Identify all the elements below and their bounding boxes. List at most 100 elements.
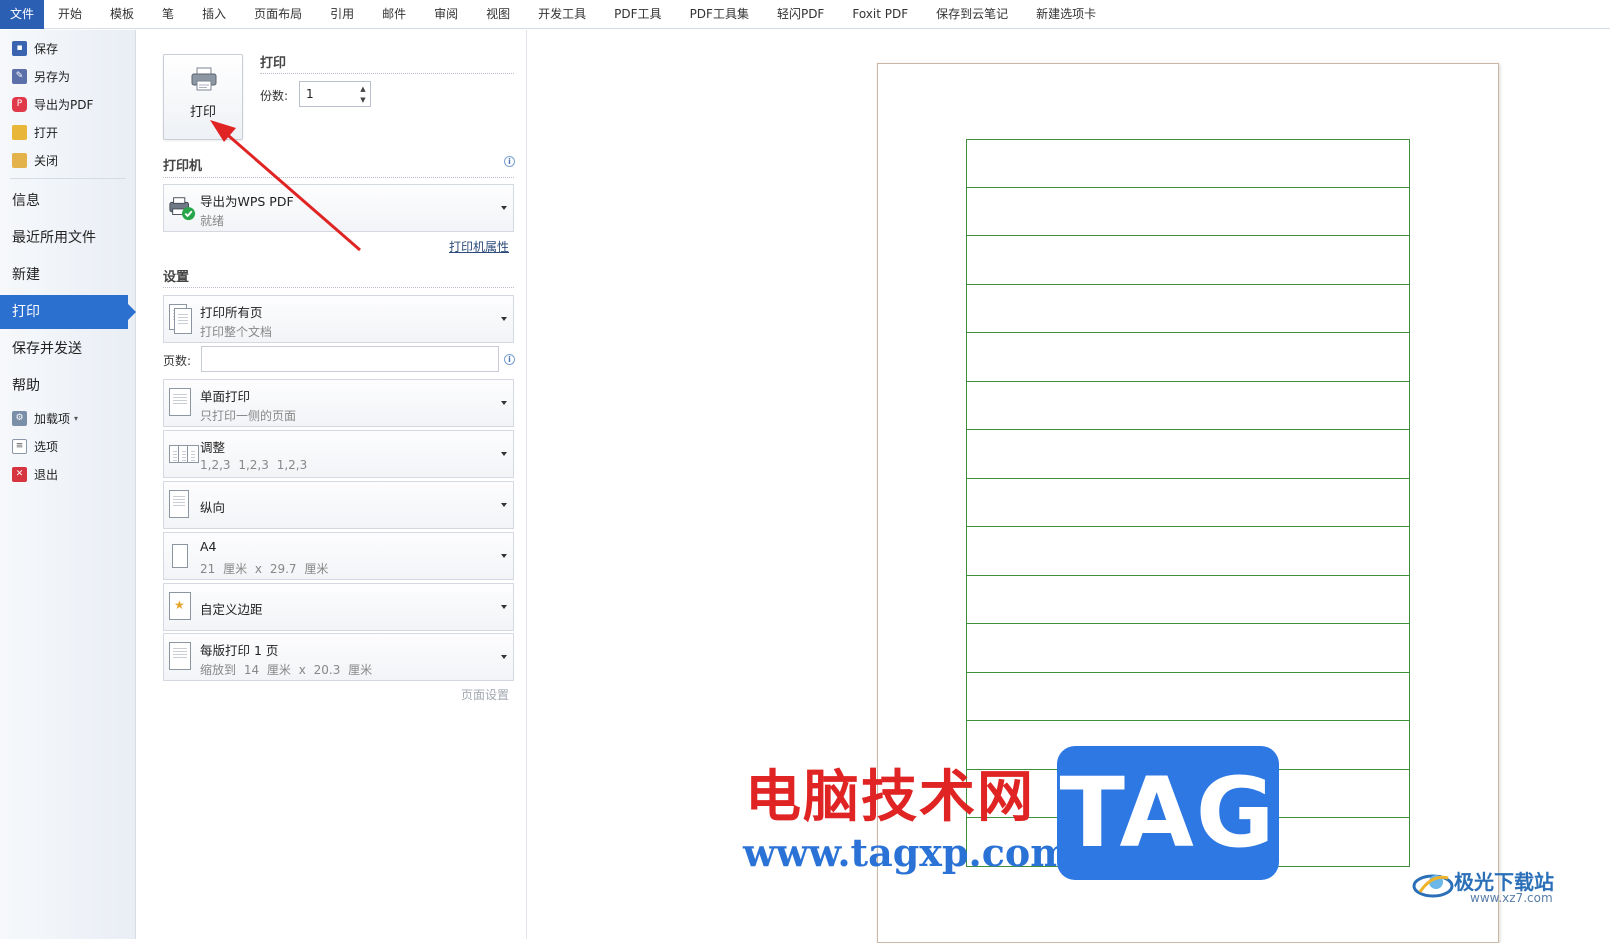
dropdown-subtitle: 只打印一侧的页面 [200,409,297,423]
dropdown-title: 自定义边距 [200,602,263,617]
spin-up-icon[interactable]: ▲ [358,84,368,94]
tab-home[interactable]: 开始 [44,0,96,29]
margins-select[interactable]: ★ 自定义边距 [163,583,514,631]
tab-file[interactable]: 文件 [0,0,45,29]
info-icon[interactable]: i [504,156,515,167]
printer-properties-link[interactable]: 打印机属性 [449,238,509,255]
backstage-sidebar: ▪ 保存 ✎ 另存为 P 导出为PDF 打开 关闭 信息 最近所用文件 新建 打… [0,30,136,939]
chevron-down-icon [501,206,507,210]
paper-size-select[interactable]: A4 21 厘米 x 29.7 厘米 [163,532,514,580]
chevron-down-icon [501,317,507,321]
tab-review[interactable]: 审阅 [420,0,472,29]
ribbon-tab-bar: 文件 开始 模板 笔 插入 页面布局 引用 邮件 审阅 视图 开发工具 PDF工… [0,0,1610,29]
tab-pdf-toolset[interactable]: PDF工具集 [676,0,763,29]
printer-section-title: 打印机 [163,159,203,174]
sides-select[interactable]: 单面打印 只打印一侧的页面 [163,379,514,427]
sidebar-item-export-pdf[interactable]: P 导出为PDF [12,92,93,116]
sidebar-divider [10,178,126,179]
divider [163,287,514,288]
table-row [966,284,1410,333]
tab-view[interactable]: 视图 [472,0,524,29]
printer-ready-icon [169,197,196,221]
pages-per-sheet-icon [169,642,193,672]
exit-icon: ✕ [12,466,27,482]
tab-new-tab[interactable]: 新建选项卡 [1022,0,1110,29]
page-setup-link[interactable]: 页面设置 [461,686,509,703]
printer-select[interactable]: 导出为WPS PDF 就绪 [163,184,514,232]
chevron-down-icon: ▾ [74,413,79,423]
tab-insert[interactable]: 插入 [188,0,240,29]
dropdown-title: A4 [200,539,217,554]
close-folder-icon [12,152,27,168]
printer-status: 就绪 [200,214,225,228]
copies-value: 1 [306,87,314,101]
table-row [966,187,1410,236]
watermark-site-url: www.xz7.com [1470,891,1553,905]
collate-select[interactable]: 调整 1,2,3 1,2,3 1,2,3 [163,430,514,478]
sidebar-item-label: 退出 [34,467,59,482]
sidebar-item-recent[interactable]: 最近所用文件 [0,221,136,255]
portrait-icon [169,490,193,520]
tab-developer[interactable]: 开发工具 [524,0,600,29]
dropdown-subtitle: 打印整个文档 [200,325,273,339]
print-button-label: 打印 [189,105,216,120]
sidebar-item-label: 保存 [34,41,59,56]
sidebar-item-new[interactable]: 新建 [0,258,136,292]
tab-pdf-tools[interactable]: PDF工具 [600,0,675,29]
info-icon[interactable]: i [504,354,515,365]
spin-down-icon[interactable]: ▼ [358,95,368,105]
print-range-select[interactable]: 打印所有页 打印整个文档 [163,295,514,343]
sidebar-item-label: 另存为 [34,69,71,84]
sidebar-item-exit[interactable]: ✕ 退出 [12,462,58,486]
settings-section-title: 设置 [163,270,190,285]
print-button[interactable]: 打印 [163,54,243,140]
save-as-icon: ✎ [12,68,27,84]
print-section-title: 打印 [260,56,287,71]
options-icon: ≡ [12,438,27,454]
sidebar-item-addins[interactable]: ⚙ 加载项 ▾ [12,406,78,430]
table-row [966,381,1410,430]
table-row [966,478,1410,527]
divider [163,177,514,178]
sidebar-item-label: 加载项 [34,411,71,426]
dropdown-title: 纵向 [200,500,226,515]
pages-input[interactable] [201,346,499,372]
collate-icon [169,439,203,469]
orientation-select[interactable]: 纵向 [163,481,514,529]
tab-qingshan-pdf[interactable]: 轻闪PDF [763,0,838,29]
tab-foxit-pdf[interactable]: Foxit PDF [838,0,922,29]
paper-size-icon [169,541,193,571]
printer-icon [191,67,217,91]
watermark-url: www.tagxp.com [743,830,1071,875]
chevron-down-icon [501,401,507,405]
sidebar-item-help[interactable]: 帮助 [0,369,136,403]
tab-references[interactable]: 引用 [316,0,368,29]
copies-stepper[interactable]: 1 ▲ ▼ [299,81,371,107]
pages-per-sheet-select[interactable]: 每版打印 1 页 缩放到 14 厘米 x 20.3 厘米 [163,633,514,681]
single-sided-icon [169,388,193,418]
sidebar-item-info[interactable]: 信息 [0,184,136,218]
dropdown-subtitle: 缩放到 14 厘米 x 20.3 厘米 [200,663,373,677]
sidebar-item-close[interactable]: 关闭 [12,148,58,172]
watermark-cn-text: 电脑技术网 [745,764,1035,830]
sidebar-item-save-as[interactable]: ✎ 另存为 [12,64,70,88]
table-row [966,575,1410,624]
chevron-down-icon [501,503,507,507]
tab-save-cloud-notes[interactable]: 保存到云笔记 [922,0,1022,29]
sidebar-item-label: 打开 [34,125,59,140]
tab-template[interactable]: 模板 [96,0,148,29]
dropdown-title: 打印所有页 [200,305,263,320]
open-folder-icon [12,124,27,140]
chevron-down-icon [501,655,507,659]
dropdown-subtitle: 1,2,3 1,2,3 1,2,3 [200,458,308,472]
sidebar-item-save[interactable]: ▪ 保存 [12,36,58,60]
sidebar-item-options[interactable]: ≡ 选项 [12,434,58,458]
tab-page-layout[interactable]: 页面布局 [240,0,316,29]
tab-mailings[interactable]: 邮件 [368,0,420,29]
floppy-disk-icon: ▪ [12,40,27,56]
tab-pen[interactable]: 笔 [148,0,188,29]
pdf-icon: P [12,96,27,112]
sidebar-item-save-send[interactable]: 保存并发送 [0,332,136,366]
sidebar-item-print[interactable]: 打印 [0,295,136,329]
sidebar-item-open[interactable]: 打开 [12,120,58,144]
